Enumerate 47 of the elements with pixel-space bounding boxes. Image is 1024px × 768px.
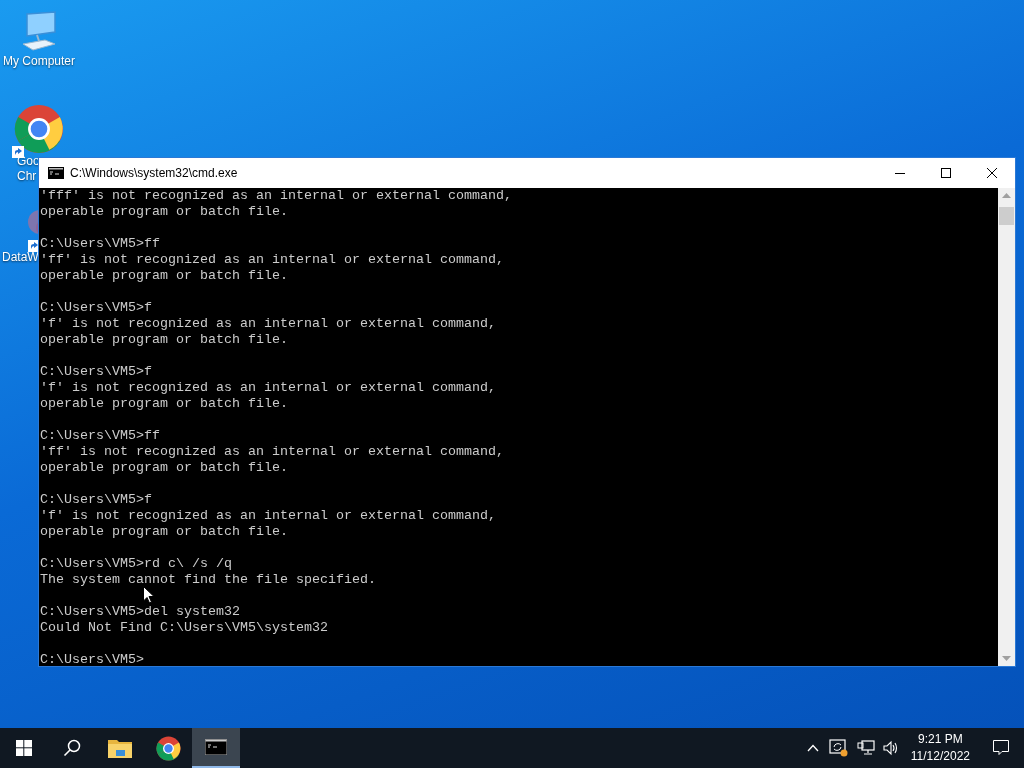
- close-icon: [987, 168, 997, 178]
- message-icon: [993, 740, 1009, 756]
- console-line: 'f' is not recognized as an internal or external command,: [40, 380, 496, 396]
- network-icon[interactable]: [856, 740, 875, 756]
- console-line: 'ff' is not recognized as an internal or external command,: [40, 252, 504, 268]
- console-icon: [205, 739, 227, 755]
- console-line: operable program or batch file.: [40, 332, 288, 348]
- console-line: C:\Users\VM5>f: [40, 300, 152, 316]
- console-line: operable program or batch file.: [40, 396, 288, 412]
- console-line: C:\Users\VM5>del system32: [40, 604, 240, 620]
- folder-icon: [108, 738, 132, 758]
- desktop-icon-label: DataW: [2, 250, 39, 265]
- chevron-up-icon[interactable]: [806, 744, 819, 752]
- scrollbar[interactable]: [998, 188, 1015, 666]
- console-line: 'fff' is not recognized as an internal or external command,: [40, 188, 512, 204]
- console-line: operable program or batch file.: [40, 524, 288, 540]
- scrollbar-thumb[interactable]: [999, 207, 1014, 225]
- console-line: C:\Users\VM5>ff: [40, 236, 160, 252]
- console-icon: [48, 167, 64, 179]
- console-line: C:\Users\VM5>rd c\ /s /q: [40, 556, 232, 572]
- console-line: operable program or batch file.: [40, 460, 288, 476]
- desktop-icon-label: Chr: [17, 169, 37, 184]
- search-icon: [63, 739, 81, 757]
- console-line: operable program or batch file.: [40, 268, 288, 284]
- clock[interactable]: 9:21 PM 11/12/2022: [902, 731, 978, 765]
- chrome-icon: [155, 735, 181, 761]
- taskbar-button[interactable]: [192, 728, 240, 768]
- desktop-icon-label: My Computer: [3, 54, 75, 69]
- console-line: operable program or batch file.: [40, 204, 288, 220]
- console-line: Could Not Find C:\Users\VM5\system32: [40, 620, 328, 636]
- console-line: 'ff' is not recognized as an internal or external command,: [40, 444, 504, 460]
- console-line: C:\Users\VM5>f: [40, 364, 152, 380]
- console-line: C:\Users\VM5>ff: [40, 428, 160, 444]
- console-line: 'f' is not recognized as an internal or external command,: [40, 316, 496, 332]
- mouse-pointer-icon: [143, 586, 155, 604]
- console-line: 'f' is not recognized as an internal or external command,: [40, 508, 496, 524]
- volume-icon[interactable]: [882, 740, 899, 756]
- shortcut-arrow-icon: [12, 146, 24, 158]
- console-line: C:\Users\VM5>: [40, 652, 144, 668]
- console-line: C:\Users\VM5>f: [40, 492, 152, 508]
- window-title: C:\Windows\system32\cmd.exe: [70, 165, 238, 182]
- minimize-icon: [895, 172, 905, 174]
- windows-logo-icon: [16, 740, 32, 756]
- console-line: The system cannot find the file specified.: [40, 572, 376, 588]
- chrome-icon: [14, 104, 64, 154]
- sync-icon[interactable]: [828, 739, 849, 757]
- maximize-icon: [941, 168, 951, 178]
